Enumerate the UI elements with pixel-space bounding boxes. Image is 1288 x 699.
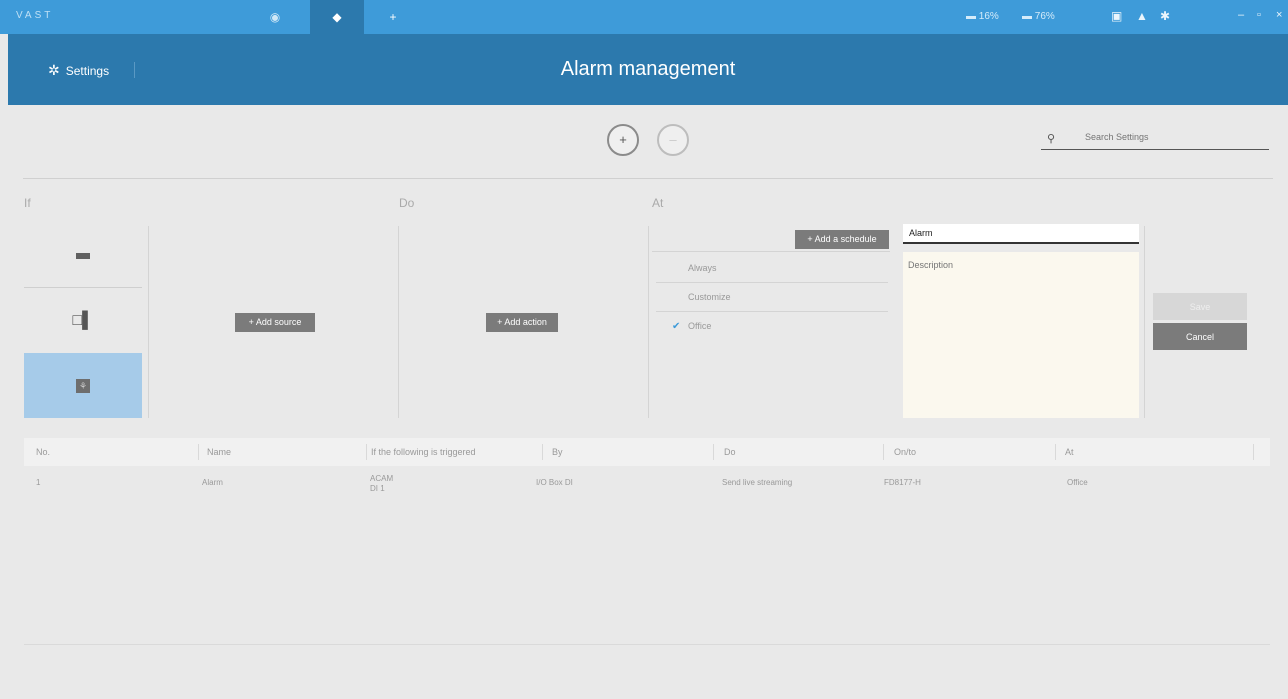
column-divider [1055,444,1056,460]
tools-icon[interactable]: ✱ [1160,9,1170,23]
settings-tab[interactable]: ◆ [310,0,364,34]
cell-do: Send live streaming [722,478,793,487]
schedule-header: + Add a schedule [652,226,890,252]
page-title: Alarm management [560,58,736,80]
page-header: ✲ Settings Alarm management [8,34,1288,105]
column-header-no[interactable]: No. [36,438,50,466]
io-box-icon: ⚘ [76,378,90,393]
schedule-item-label: Office [688,321,712,331]
alarm-description-field[interactable] [903,252,1139,418]
user-icon[interactable]: ▲ [1136,9,1148,23]
schedule-item-office[interactable]: ✔ Office [656,312,888,341]
at-label: At [652,196,664,210]
cell-no: 1 [36,478,41,487]
column-header-by[interactable]: By [552,438,563,466]
device-icon: □▌ [72,312,94,329]
column-divider [366,444,367,460]
cell-at: Office [1067,478,1088,487]
column-divider [542,444,543,460]
cell-by: I/O Box DI [536,478,573,487]
table-header: No. Name If the following is triggered B… [24,438,1270,466]
source-type-io[interactable]: ⚘ [24,353,142,418]
ram-value: 76% [1034,11,1055,22]
cell-trigger-input: DI 1 [370,484,385,493]
source-type-device[interactable]: □▌ [24,289,142,353]
alarm-name-field[interactable] [903,224,1139,244]
cpu-meter: ▬ 16% [966,11,999,22]
table-row[interactable]: 1 Alarm ACAM DI 1 I/O Box DI Send live s… [24,466,1270,500]
column-header-do[interactable]: Do [724,438,736,466]
column-divider [648,226,649,418]
add-action-button[interactable]: + Add action [486,313,558,332]
do-label: Do [399,196,415,210]
column-header-on-to[interactable]: On/to [894,438,916,466]
column-header-at[interactable]: At [1065,438,1074,466]
add-tab-button[interactable]: + [376,0,410,34]
column-divider [398,226,399,418]
search-settings: ⚲ [1041,130,1269,150]
add-schedule-button[interactable]: + Add a schedule [795,230,889,249]
liveview-tab[interactable]: ◉ [258,0,292,34]
camera-icon [76,252,90,259]
schedule-item-always[interactable]: Always [656,254,888,283]
table-footer-divider [24,644,1270,645]
search-icon: ⚲ [1047,133,1056,145]
cell-name: Alarm [202,478,223,487]
cpu-value: 16% [978,11,999,22]
column-header-trigger[interactable]: If the following is triggered [371,438,476,466]
cell-trigger: ACAM DI 1 [370,466,393,500]
schedule-panel: + Add a schedule Always Customize ✔ Offi… [652,226,890,416]
save-button[interactable]: Save [1153,293,1247,320]
column-divider [1253,444,1254,460]
cell-on-to: FD8177-H [884,478,921,487]
column-divider [1144,226,1145,418]
minimize-button[interactable]: – [1238,9,1244,21]
column-divider [883,444,884,460]
source-type-camera[interactable] [24,224,142,288]
column-header-name[interactable]: Name [207,438,231,466]
restore-button[interactable]: ▫ [1257,9,1261,21]
column-divider [148,226,149,418]
cell-trigger-device: ACAM [370,474,394,483]
if-label: If [24,196,31,210]
checkmark-icon: ✔ [672,321,681,332]
search-input[interactable] [1085,132,1255,142]
divider [23,178,1273,179]
display-icon[interactable]: ▣ [1111,9,1122,23]
add-alarm-button[interactable]: + [607,124,639,156]
column-divider [713,444,714,460]
ram-meter: ▬ 76% [1022,11,1055,22]
title-bar: VAST ◉ ◆ + ▬ 16% ▬ 76% ▣ ▲ ✱ – ▫ × [0,0,1288,34]
add-source-button[interactable]: + Add source [235,313,315,332]
source-type-list: □▌ ⚘ [24,224,142,418]
delete-alarm-button[interactable]: – [657,124,689,156]
close-button[interactable]: × [1276,9,1282,21]
column-divider [198,444,199,460]
vast-logo: VAST [16,10,54,21]
schedule-item-customize[interactable]: Customize [656,283,888,312]
cancel-button[interactable]: Cancel [1153,323,1247,350]
